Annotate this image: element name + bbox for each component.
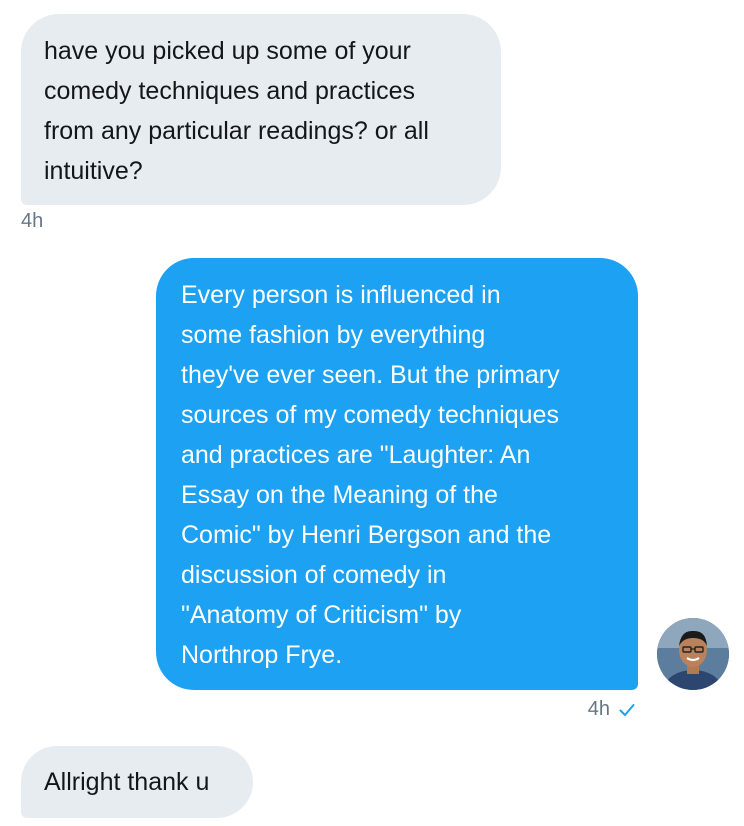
received-message-bubble[interactable]: Allright thank u <box>21 746 253 818</box>
message-timestamp: 4h <box>21 210 44 232</box>
sent-message-meta: 4h <box>588 698 636 721</box>
received-message-bubble[interactable]: have you picked up some of your comedy t… <box>21 14 501 205</box>
avatar[interactable] <box>657 618 729 690</box>
check-icon <box>618 701 636 719</box>
avatar-image <box>657 618 729 690</box>
message-timestamp: 4h <box>587 698 610 720</box>
sent-message-bubble[interactable]: Every person is influenced in some fashi… <box>156 258 638 690</box>
